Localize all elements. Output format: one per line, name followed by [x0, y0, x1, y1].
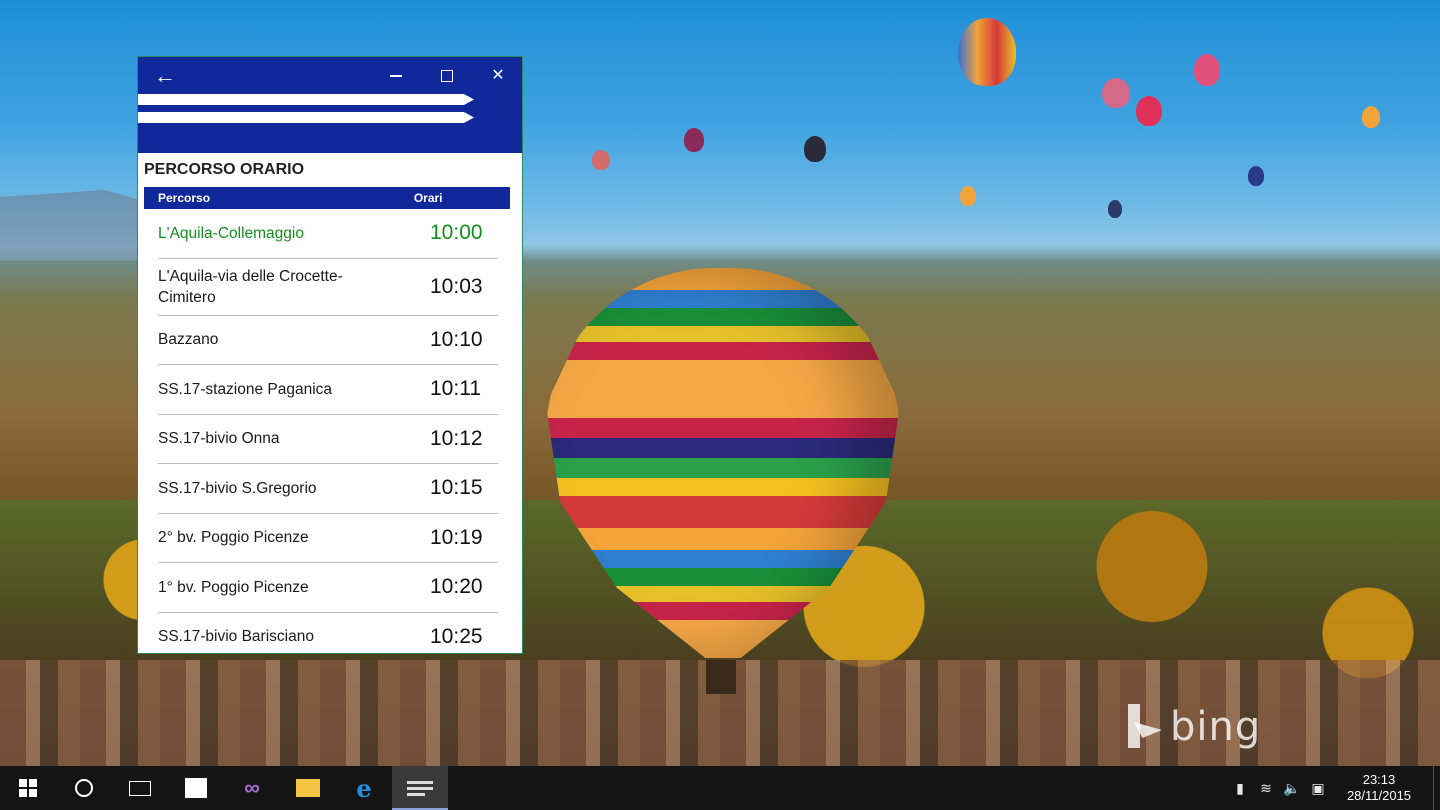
- header-stripes-logo: [138, 94, 474, 123]
- maximize-button[interactable]: [433, 63, 461, 89]
- back-arrow-icon[interactable]: ←: [152, 63, 178, 89]
- schedule-list: L'Aquila-Collemaggio 10:00 L'Aquila-via …: [144, 209, 498, 654]
- system-tray: ▮ ≋ 🔈 ▣ 23:13 28/11/2015: [1227, 766, 1440, 810]
- app-window: ← ✕ PERCORSO ORARIO Percorso Orari L'Aqu…: [137, 56, 523, 654]
- stop-time: 10:03: [430, 274, 483, 298]
- table-header: Percorso Orari: [144, 187, 510, 209]
- table-row[interactable]: SS.17-bivio S.Gregorio 10:15: [158, 464, 498, 514]
- column-header-time: Orari: [413, 191, 443, 205]
- table-row[interactable]: 1° bv. Poggio Picenze 10:20: [158, 563, 498, 613]
- table-row[interactable]: SS.17-bivio Onna 10:12: [158, 415, 498, 464]
- stop-name: Bazzano: [158, 331, 219, 349]
- file-explorer-button[interactable]: [280, 766, 336, 810]
- stripe-top: [138, 94, 474, 105]
- stop-time: 10:12: [430, 426, 483, 450]
- balloon-small: [958, 18, 1016, 86]
- title-bar: ← ✕: [138, 57, 522, 153]
- stop-time: 10:15: [430, 476, 483, 500]
- stop-time: 10:25: [430, 624, 483, 648]
- minimize-icon: [390, 75, 402, 77]
- clock[interactable]: 23:13 28/11/2015: [1331, 772, 1427, 804]
- maximize-icon: [441, 69, 453, 82]
- table-row[interactable]: L'Aquila-via delle Crocette-Cimitero 10:…: [158, 259, 498, 316]
- task-view-icon: [129, 780, 151, 796]
- stop-time: 10:11: [430, 377, 481, 401]
- balloon-small: [592, 150, 610, 170]
- volume-icon[interactable]: 🔈: [1279, 780, 1305, 797]
- app-content: PERCORSO ORARIO Percorso Orari L'Aquila-…: [138, 157, 522, 654]
- edge-button[interactable]: e: [336, 766, 392, 810]
- edge-icon: e: [356, 773, 372, 803]
- balloon-small: [684, 128, 704, 152]
- balloon-small: [960, 186, 976, 206]
- table-row[interactable]: SS.17-bivio Barisciano 10:25: [158, 613, 498, 654]
- store-button[interactable]: [168, 766, 224, 810]
- stop-name: SS.17-bivio Onna: [158, 430, 280, 448]
- visual-studio-button[interactable]: ∞: [224, 766, 280, 810]
- start-button[interactable]: [0, 766, 56, 810]
- balloon-small: [1248, 166, 1264, 186]
- stop-name: SS.17-stazione Paganica: [158, 380, 333, 398]
- column-header-route: Percorso: [158, 191, 211, 205]
- wifi-icon[interactable]: ≋: [1253, 780, 1279, 797]
- show-desktop-button[interactable]: [1433, 766, 1440, 810]
- balloon-small: [1362, 106, 1380, 128]
- stop-time: 10:10: [430, 327, 483, 351]
- cortana-icon: [75, 779, 93, 797]
- stop-name: 1° bv. Poggio Picenze: [158, 578, 309, 596]
- action-center-icon[interactable]: ▣: [1305, 780, 1331, 797]
- minimize-button[interactable]: [382, 63, 410, 89]
- balloon-small: [1108, 200, 1122, 218]
- taskbar: ∞ e ▮ ≋ 🔈 ▣ 23:13 28/11/2015: [0, 766, 1440, 810]
- stop-name: 2° bv. Poggio Picenze: [158, 529, 309, 547]
- bing-watermark: bing: [1124, 702, 1261, 752]
- stop-name: SS.17-bivio Barisciano: [158, 628, 314, 646]
- stop-time: 10:20: [430, 575, 483, 599]
- table-row[interactable]: Bazzano 10:10: [158, 316, 498, 365]
- task-view-button[interactable]: [112, 766, 168, 810]
- balloon-small: [1136, 96, 1162, 126]
- table-row[interactable]: L'Aquila-Collemaggio 10:00: [158, 209, 498, 259]
- windows-start-icon: [19, 779, 37, 797]
- stop-time: 10:19: [430, 525, 483, 549]
- bus-app-button[interactable]: [392, 766, 448, 810]
- bus-app-icon: [407, 779, 433, 796]
- stripe-bottom: [138, 112, 474, 123]
- stop-name: SS.17-bivio S.Gregorio: [158, 479, 317, 497]
- balloon-small: [1102, 78, 1130, 108]
- balloon-basket: [706, 660, 736, 694]
- clock-date: 28/11/2015: [1346, 788, 1412, 803]
- close-button[interactable]: ✕: [484, 63, 512, 89]
- balloon-small: [1194, 54, 1220, 86]
- table-row[interactable]: SS.17-stazione Paganica 10:11: [158, 365, 498, 415]
- close-icon: ✕: [491, 67, 505, 84]
- stop-name: L'Aquila-via delle Crocette-Cimitero: [158, 267, 343, 306]
- balloon-small: [804, 136, 826, 162]
- file-explorer-icon: [296, 779, 320, 797]
- power-icon[interactable]: ▮: [1227, 780, 1253, 797]
- table-row[interactable]: 2° bv. Poggio Picenze 10:19: [158, 514, 498, 563]
- visual-studio-icon: ∞: [244, 775, 260, 800]
- cortana-button[interactable]: [56, 766, 112, 810]
- page-title: PERCORSO ORARIO: [144, 161, 305, 178]
- stop-name: L'Aquila-Collemaggio: [158, 224, 304, 242]
- bing-wordmark: bing: [1170, 704, 1262, 750]
- store-icon: [185, 778, 207, 798]
- bing-logo-icon: [1124, 704, 1162, 750]
- stop-time: 10:00: [430, 221, 483, 245]
- clock-time: 23:13: [1362, 772, 1396, 787]
